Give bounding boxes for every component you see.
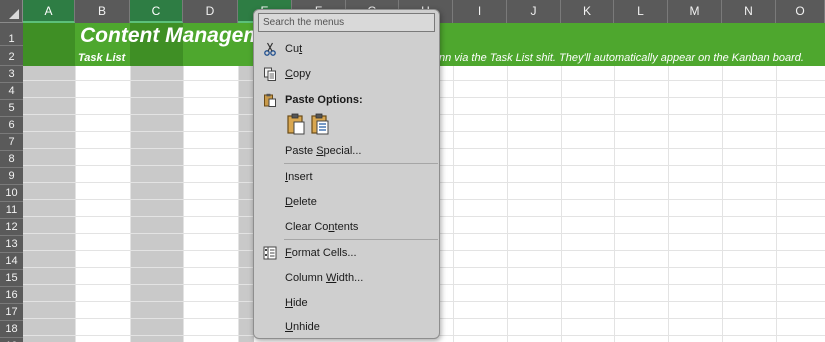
scissors-icon: [264, 42, 276, 56]
gridline: [183, 66, 184, 342]
menu-item-insert[interactable]: Insert: [255, 166, 438, 188]
menu-label-cut: Cut: [285, 43, 303, 55]
row-header-5[interactable]: 5: [0, 100, 23, 117]
row-header-8[interactable]: 8: [0, 151, 23, 168]
column-header-m[interactable]: M: [668, 0, 722, 23]
row-header-7[interactable]: 7: [0, 134, 23, 151]
row-header-2[interactable]: 2: [0, 46, 23, 66]
paste-options-icon: [264, 93, 276, 107]
menu-label-unhide: Unhide: [285, 321, 320, 333]
row-header-17[interactable]: 17: [0, 304, 23, 321]
menu-item-cut[interactable]: Cut: [255, 38, 438, 60]
menu-section-paste-options: Paste Options:: [255, 89, 438, 111]
column-header-b[interactable]: B: [75, 0, 130, 23]
menu-item-unhide[interactable]: Unhide: [255, 316, 438, 338]
gridline: [453, 66, 454, 342]
menu-item-paste-special[interactable]: Paste Special...: [255, 140, 438, 162]
column-header-a[interactable]: A: [23, 0, 75, 23]
gridline: [130, 66, 131, 342]
gridline: [507, 66, 508, 342]
paste-icon[interactable]: [286, 113, 306, 135]
menu-search-input[interactable]: Search the menus: [258, 13, 435, 32]
col-a-fill-top: [23, 23, 75, 66]
menu-label-insert: Insert: [285, 171, 313, 183]
gridline: [614, 66, 615, 342]
row-header-9[interactable]: 9: [0, 168, 23, 185]
row-header-16[interactable]: 16: [0, 287, 23, 304]
menu-label-paste-special: Paste Special...: [285, 145, 362, 157]
row-header-6[interactable]: 6: [0, 117, 23, 134]
menu-label-clear-contents: Clear Contents: [285, 221, 359, 233]
menu-separator: [284, 239, 438, 240]
column-header-i[interactable]: I: [453, 0, 507, 23]
row-header-3[interactable]: 3: [0, 66, 23, 83]
menu-search-placeholder: Search the menus: [263, 17, 345, 28]
column-header-o[interactable]: O: [776, 0, 825, 23]
row-header-14[interactable]: 14: [0, 253, 23, 270]
menu-item-clear-contents[interactable]: Clear Contents: [255, 216, 438, 238]
column-header-c[interactable]: C: [130, 0, 183, 23]
row-header-13[interactable]: 13: [0, 236, 23, 253]
gridline: [238, 66, 239, 342]
gridline: [668, 66, 669, 342]
column-header-j[interactable]: J: [507, 0, 561, 23]
gridline: [722, 66, 723, 342]
banner-note[interactable]: nn via the Task List shit. They'll autom…: [439, 52, 804, 64]
menu-label-paste-options: Paste Options:: [285, 94, 363, 106]
menu-item-column-width[interactable]: Column Width...: [255, 267, 438, 289]
column-header-d[interactable]: D: [183, 0, 238, 23]
column-header-l[interactable]: L: [614, 0, 668, 23]
menu-item-delete[interactable]: Delete: [255, 191, 438, 213]
sheet-title[interactable]: Content Manageme: [80, 23, 274, 49]
task-list-label[interactable]: Task List: [78, 52, 125, 64]
menu-item-format-cells[interactable]: Format Cells...: [255, 242, 438, 264]
row-header-19[interactable]: 19: [0, 338, 23, 342]
row-header-1[interactable]: 1: [0, 23, 23, 46]
menu-label-hide: Hide: [285, 297, 308, 309]
row-header-10[interactable]: 10: [0, 185, 23, 202]
menu-label-column-width: Column Width...: [285, 272, 364, 284]
row-header-15[interactable]: 15: [0, 270, 23, 287]
gridline: [75, 66, 76, 342]
menu-label-delete: Delete: [285, 196, 317, 208]
gridline: [561, 66, 562, 342]
context-menu: Search the menus Cut Copy Paste Options:: [253, 9, 440, 339]
row-header-4[interactable]: 4: [0, 83, 23, 100]
column-header-k[interactable]: K: [561, 0, 614, 23]
menu-item-copy[interactable]: Copy: [255, 63, 438, 85]
select-all-corner[interactable]: [0, 0, 23, 23]
column-header-n[interactable]: N: [722, 0, 776, 23]
menu-label-format-cells: Format Cells...: [285, 247, 357, 259]
menu-label-copy: Copy: [285, 68, 311, 80]
format-cells-icon: [263, 246, 277, 260]
paste-values-icon[interactable]: [310, 113, 330, 135]
gridline: [776, 66, 777, 342]
row-header-11[interactable]: 11: [0, 202, 23, 219]
row-header-12[interactable]: 12: [0, 219, 23, 236]
menu-item-hide[interactable]: Hide: [255, 292, 438, 314]
row-header-18[interactable]: 18: [0, 321, 23, 338]
menu-separator: [284, 163, 438, 164]
copy-icon: [264, 67, 276, 81]
